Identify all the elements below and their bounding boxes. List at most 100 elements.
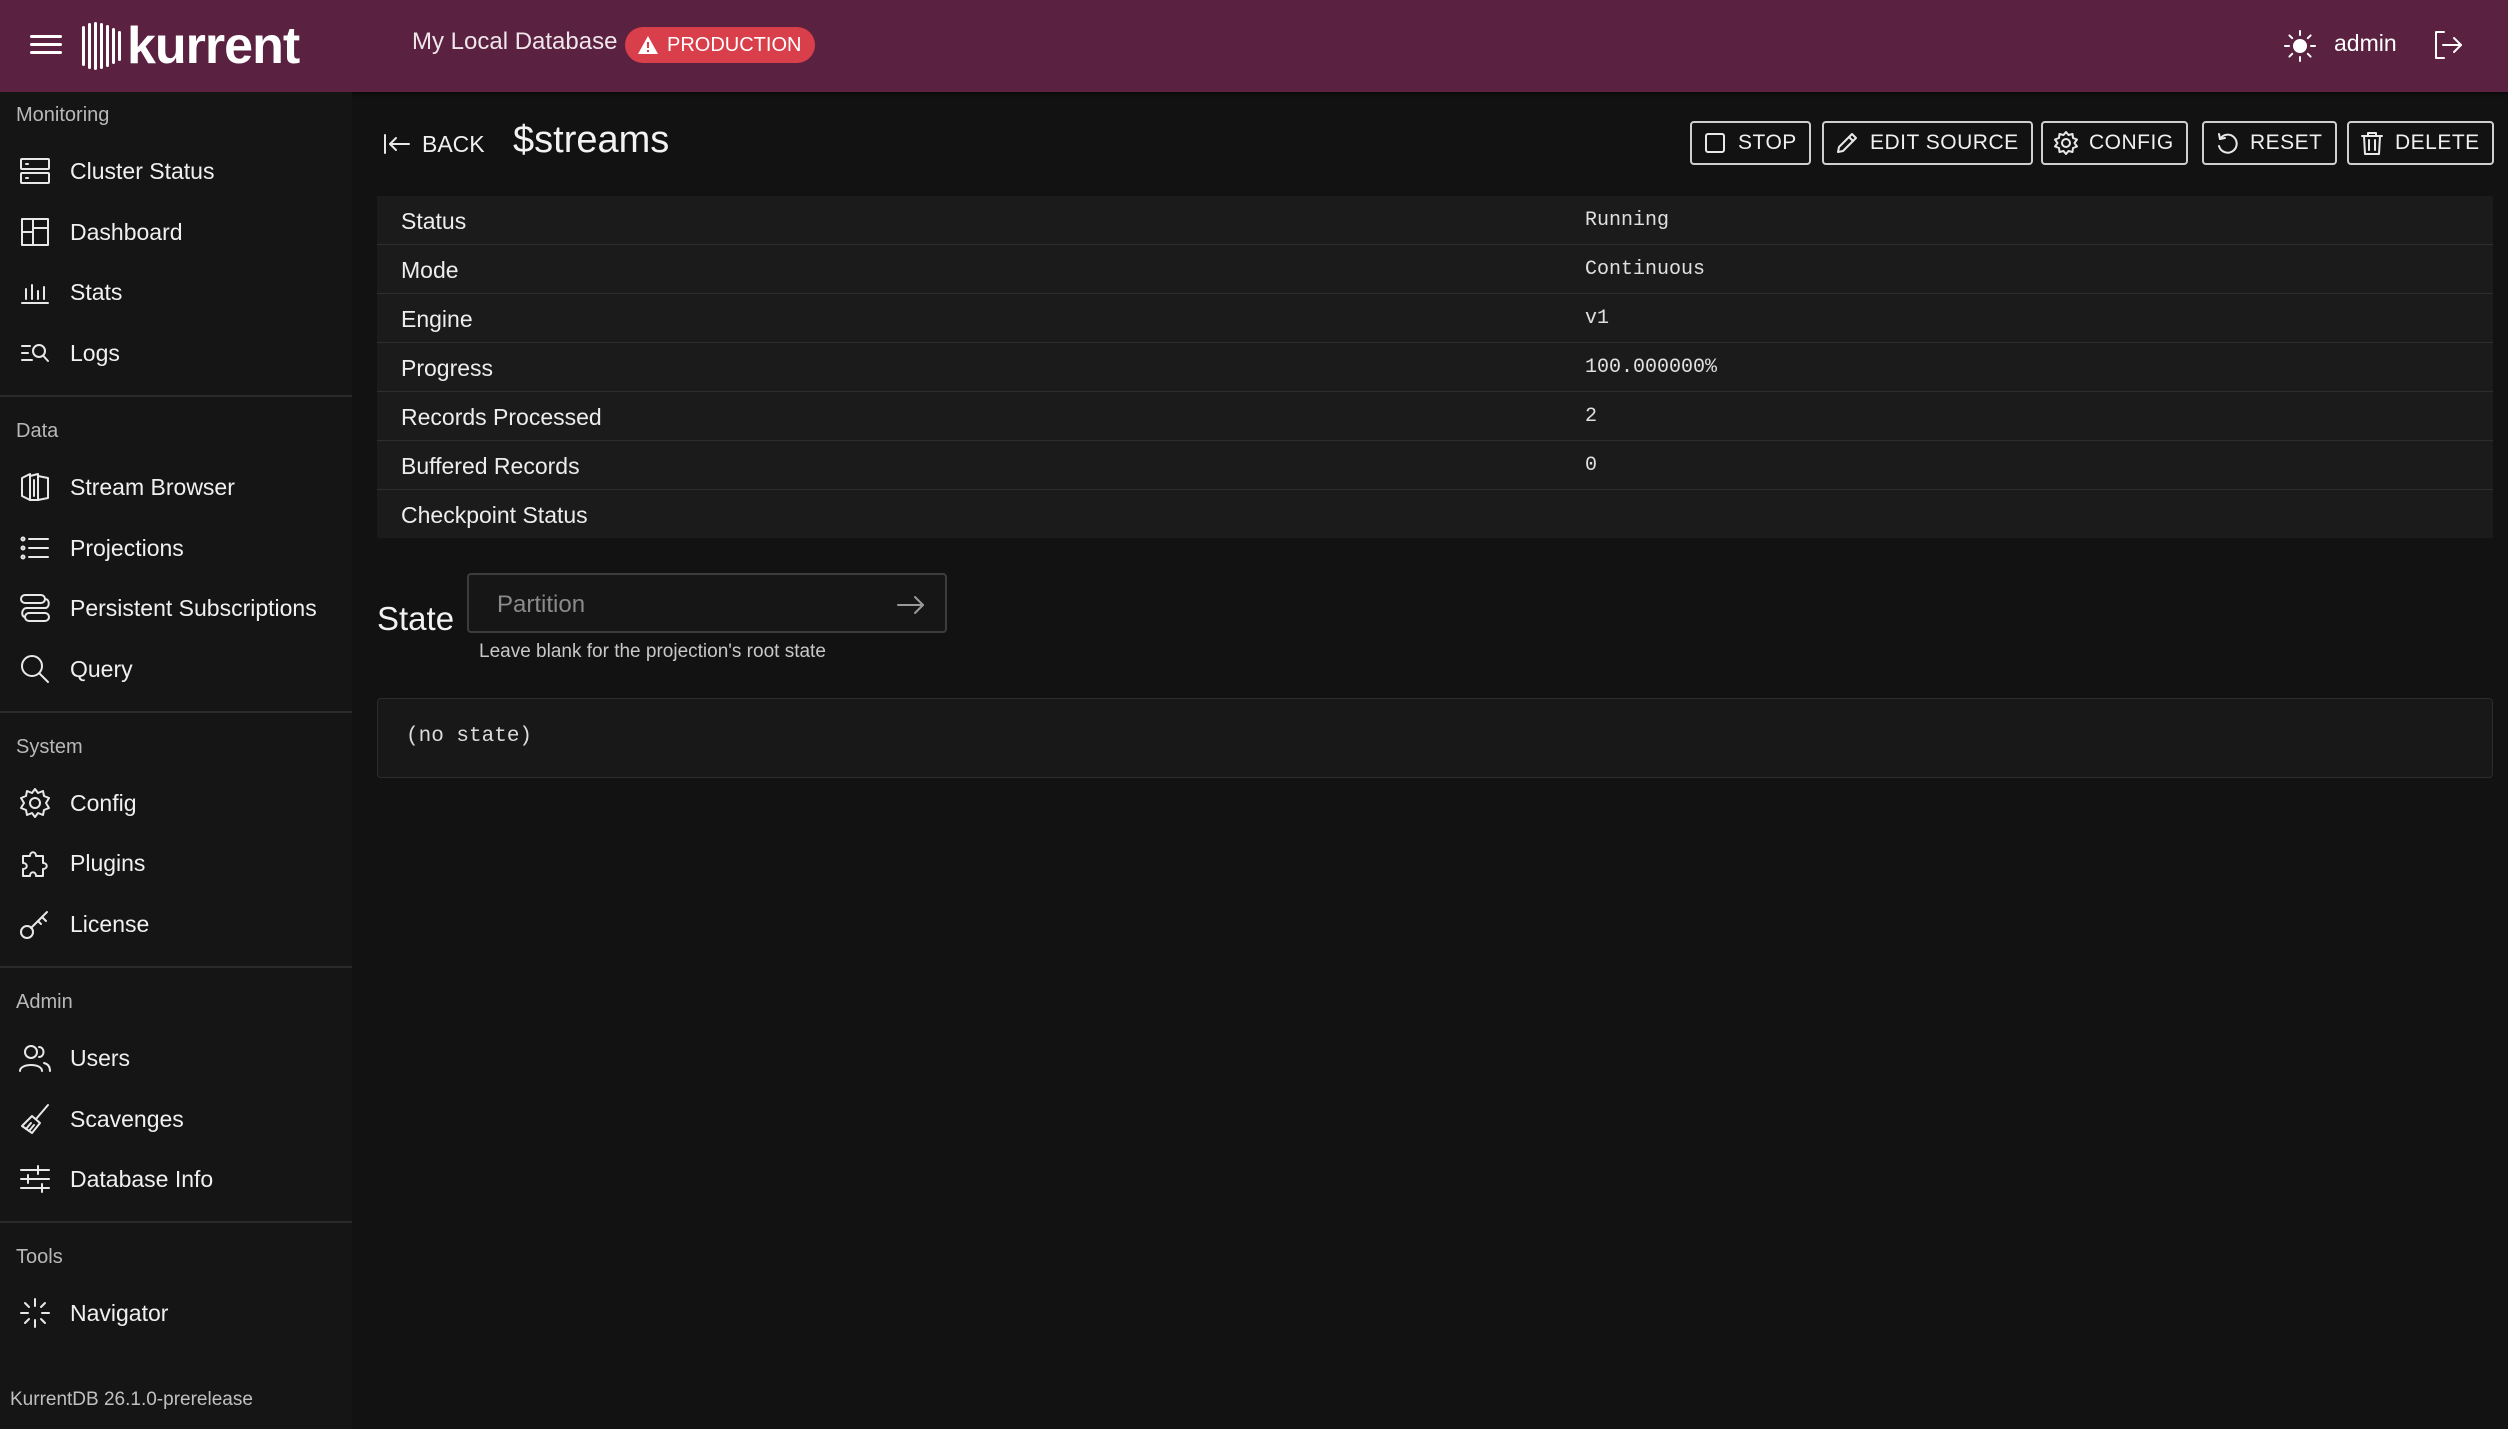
partition-input[interactable] [495,587,859,623]
property-value: Running [1585,209,1670,232]
sidebar-item-stream-browser[interactable]: Stream Browser [0,459,352,515]
stop-button-label: STOP [1738,131,1797,154]
property-row-mode: Mode Continuous [377,245,2493,294]
sidebar-item-dashboard[interactable]: Dashboard [0,204,352,260]
logo-mark [82,22,121,70]
sidebar-item-label: Config [70,789,137,816]
top-bar: kurrent My Local Database PRODUCTION adm… [0,0,2508,92]
back-button[interactable]: BACK [382,126,485,162]
sidebar-item-label: Query [70,655,133,682]
server-icon [20,158,50,184]
arrow-right-icon[interactable] [895,589,927,621]
sidebar-item-query[interactable]: Query [0,641,352,697]
page-title: $streams [513,119,670,161]
stop-button[interactable]: STOP [1690,121,1811,165]
database-name: My Local Database [412,28,618,55]
property-key: Status [401,208,467,234]
config-button-label: CONFIG [2089,131,2174,154]
property-key: Engine [401,306,473,332]
section-title-data: Data [16,420,59,442]
list-icon [20,536,49,560]
trash-icon [2361,132,2383,155]
stop-icon [1705,133,1725,153]
environment-badge-label: PRODUCTION [667,33,802,56]
puzzle-icon [22,851,48,877]
sidebar-item-plugins[interactable]: Plugins [0,835,352,891]
kurrent-logo[interactable]: kurrent [82,17,300,75]
sidebar-item-persistent-subscriptions[interactable]: Persistent Subscriptions [0,580,352,636]
sidebar-item-config[interactable]: Config [0,775,352,831]
partition-field [467,573,947,633]
version-label: KurrentDB 26.1.0-prerelease [10,1389,253,1410]
user-name[interactable]: admin [2334,30,2397,57]
sidebar-item-label: Logs [70,339,120,366]
sidebar-item-database-info[interactable]: Database Info [0,1151,352,1207]
sidebar-item-label: Plugins [70,849,146,876]
property-row-engine: Engine v1 [377,294,2493,343]
sidebar-item-label: Projections [70,534,184,561]
reset-icon [2218,133,2238,154]
property-row-progress: Progress 100.000000% [377,343,2493,392]
search-icon [21,655,49,683]
environment-badge: PRODUCTION [625,27,816,63]
property-key: Progress [401,355,494,381]
sidebar-item-label: Stats [70,278,123,305]
delete-button-label: DELETE [2395,131,2480,154]
delete-button[interactable]: DELETE [2347,121,2494,165]
sidebar-item-cluster-status[interactable]: Cluster Status [0,143,352,199]
bar-chart-icon [21,284,49,304]
property-key: Mode [401,257,459,283]
sidebar-item-logs[interactable]: Logs [0,325,352,381]
sidebar-item-label: Navigator [70,1299,169,1326]
menu-icon[interactable] [30,30,62,62]
sidebar-divider [0,395,352,397]
sidebar-item-license[interactable]: License [0,896,352,952]
sidebar-item-label: Stream Browser [70,473,235,500]
sidebar-item-label: License [70,910,150,937]
sidebar-item-label: Database Info [70,1165,214,1192]
logout-icon[interactable] [2428,26,2466,64]
property-value: 0 [1585,454,1598,477]
logs-search-icon [21,344,49,362]
edit-source-button-label: EDIT SOURCE [1870,131,2019,154]
key-icon [20,911,48,939]
sidebar-item-projections[interactable]: Projections [0,520,352,576]
theme-toggle-icon[interactable] [2282,28,2318,64]
reset-button-label: RESET [2250,131,2323,154]
sidebar-item-users[interactable]: Users [0,1030,352,1086]
state-output: (no state) [377,698,2493,778]
section-title-admin: Admin [16,991,73,1013]
sidebar-item-label: Cluster Status [70,157,215,184]
state-heading: State [377,600,455,637]
sidebar-item-label: Scavenges [70,1105,184,1132]
users-icon [19,1045,51,1072]
sidebar-item-label: Persistent Subscriptions [70,594,317,621]
property-value: Continuous [1585,258,1706,281]
sidebar-item-label: Dashboard [70,218,183,245]
property-row-buffered-records: Buffered Records 0 [377,441,2493,490]
property-key: Records Processed [401,404,602,430]
navigator-icon [20,1298,50,1328]
sidebar-item-stats[interactable]: Stats [0,264,352,320]
back-button-label: BACK [422,130,485,157]
edit-source-button[interactable]: EDIT SOURCE [1822,121,2033,165]
config-button[interactable]: CONFIG [2041,121,2188,165]
sidebar-item-navigator[interactable]: Navigator [0,1285,352,1341]
sidebar-divider [0,966,352,968]
back-arrow-icon [384,134,410,154]
pencil-icon [1837,133,1857,153]
projection-properties-table: Status Running Mode Continuous Engine v1… [377,196,2493,538]
sidebar-item-scavenges[interactable]: Scavenges [0,1091,352,1147]
subscription-icon [20,594,50,622]
sidebar-item-label: Users [70,1044,131,1071]
section-title-monitoring: Monitoring [16,104,110,126]
reset-button[interactable]: RESET [2202,121,2337,165]
property-key: Checkpoint Status [401,502,588,528]
property-value: v1 [1585,307,1610,330]
gear-icon [2054,131,2078,155]
property-value: 2 [1585,405,1598,428]
section-title-tools: Tools [16,1246,63,1268]
gear-icon [20,788,50,818]
property-value: 100.000000% [1585,356,1718,379]
property-row-records-processed: Records Processed 2 [377,392,2493,441]
